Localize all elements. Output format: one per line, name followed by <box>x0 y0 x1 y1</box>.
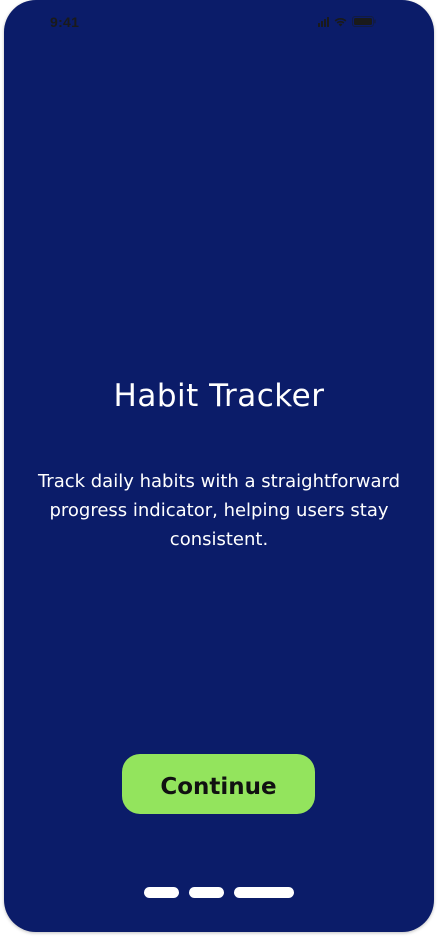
wifi-icon <box>334 17 347 27</box>
onboarding-description: Track daily habits with a straightforwar… <box>37 471 401 550</box>
status-bar: 9:41 <box>4 0 434 44</box>
continue-button[interactable]: Continue <box>122 754 315 814</box>
page-title: Habit Tracker <box>113 378 325 414</box>
page-indicator-dot-2 <box>189 887 224 898</box>
page-indicator-dot-1 <box>144 887 179 898</box>
status-icons <box>318 16 376 27</box>
page-indicator-dot-active <box>234 887 294 898</box>
signal-icon <box>318 16 329 27</box>
page-indicator <box>144 887 294 898</box>
status-time: 9:41 <box>50 14 80 30</box>
battery-icon <box>352 16 376 27</box>
phone-screen: 9:41 Habit Tracker Track daily habits wi… <box>4 0 434 932</box>
